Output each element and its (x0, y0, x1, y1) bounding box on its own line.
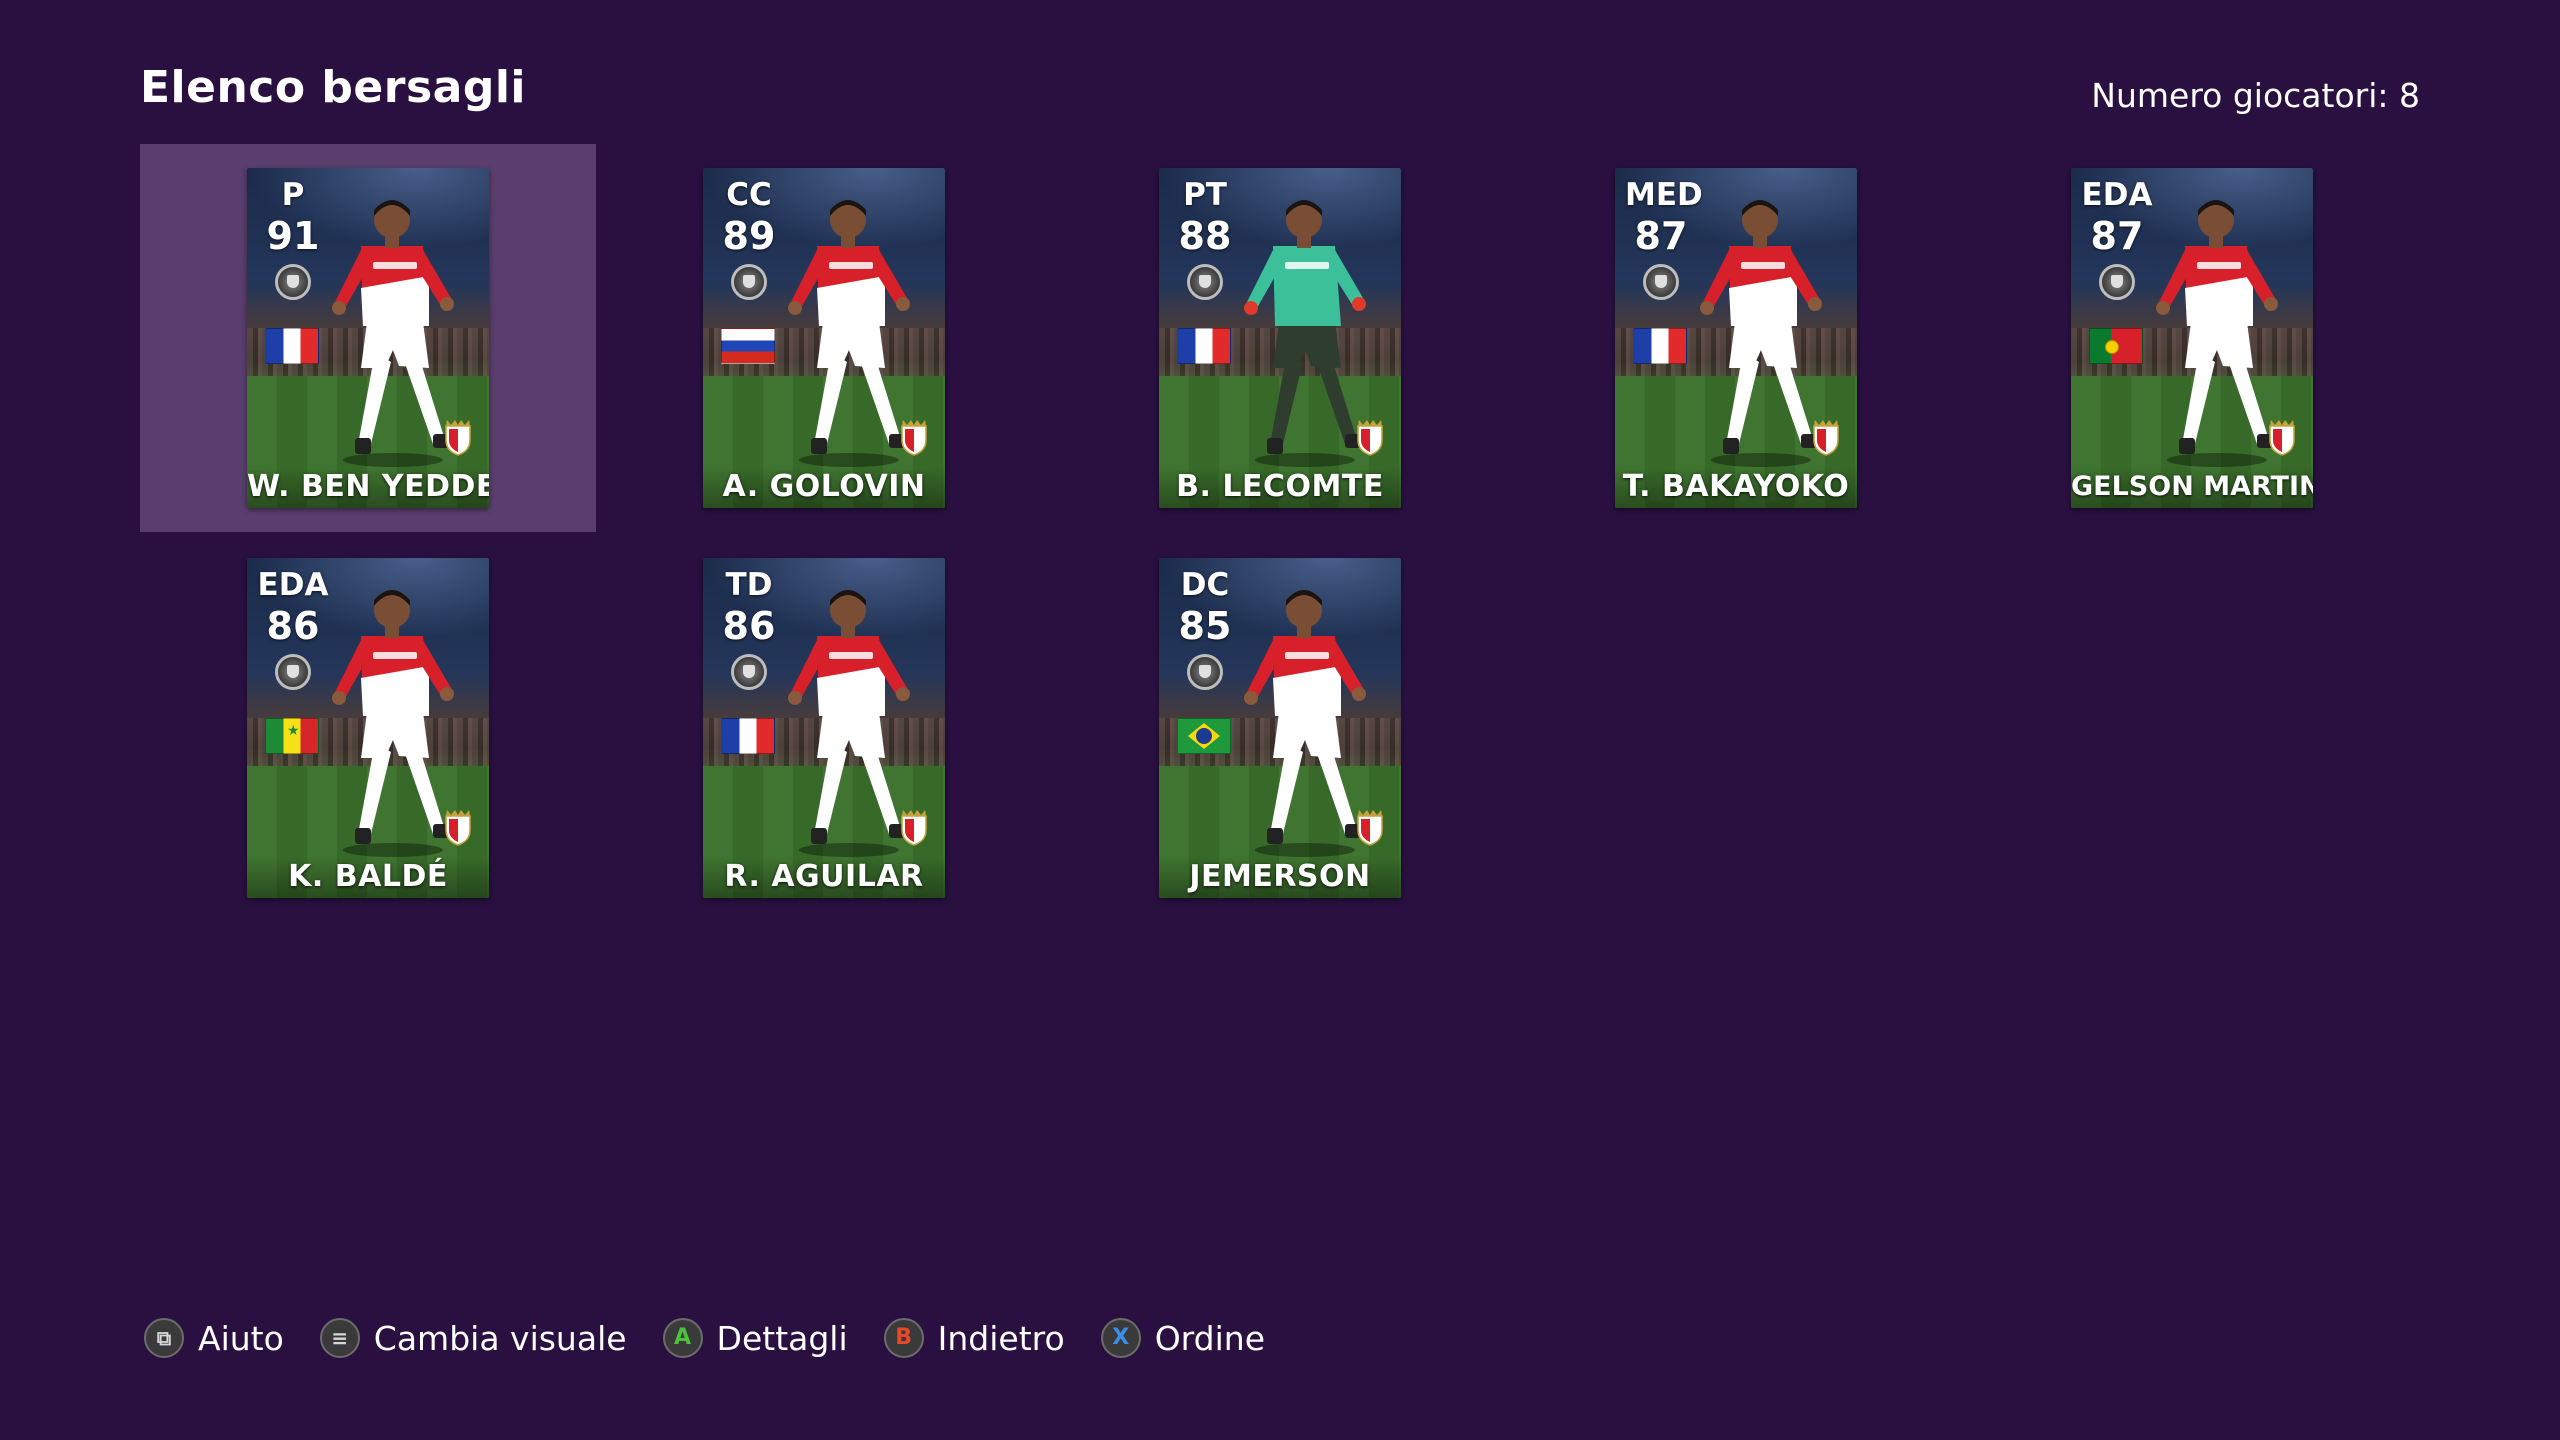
player-rating: 87 (1634, 214, 1688, 258)
player-name: B. LECOMTE (1159, 466, 1401, 508)
player-card[interactable]: PT 88 B. LECOMTE (1159, 168, 1401, 508)
target-list-screen: Elenco bersagli Numero giocatori: 8 P 91… (0, 0, 2560, 1440)
player-name: A. GOLOVIN (703, 466, 945, 508)
details-label: Dettagli (716, 1318, 848, 1358)
player-card-slot[interactable]: EDA 87 GELSON MARTINS (1964, 144, 2420, 532)
player-grid: P 91 W. BEN YEDDER CC 89 A. GOLOVIN (140, 144, 2420, 944)
player-name: GELSON MARTINS (2071, 466, 2313, 508)
player-name: W. BEN YEDDER (247, 466, 489, 508)
player-rating: 91 (266, 214, 320, 258)
change-view-label: Cambia visuale (373, 1318, 627, 1358)
player-card[interactable]: EDA 86 K. BALDÉ (247, 558, 489, 898)
club-crest-icon (1357, 420, 1383, 456)
player-card-slot[interactable]: EDA 86 K. BALDÉ (140, 534, 596, 922)
player-position: EDA (2081, 177, 2153, 213)
player-position: CC (726, 177, 772, 213)
player-rating: 85 (1178, 604, 1232, 648)
player-rating: 87 (2090, 214, 2144, 258)
nationality-flag-icon (265, 718, 319, 754)
player-rating: 86 (722, 604, 776, 648)
player-rating: 88 (1178, 214, 1232, 258)
page-title: Elenco bersagli (140, 62, 527, 113)
player-position: MED (1625, 177, 1703, 213)
sort-hint[interactable]: X Ordine (1100, 1318, 1265, 1358)
player-position: EDA (257, 567, 329, 603)
club-crest-icon (901, 810, 927, 846)
nationality-flag-icon (721, 328, 775, 364)
change-view-hint[interactable]: ≡ Cambia visuale (319, 1318, 627, 1358)
player-card-slot[interactable]: P 91 W. BEN YEDDER (140, 144, 596, 532)
player-name: K. BALDÉ (247, 856, 489, 898)
club-crest-icon (1813, 420, 1839, 456)
player-position: DC (1180, 567, 1230, 603)
player-card-slot[interactable]: TD 86 R. AGUILAR (596, 534, 1052, 922)
back-hint[interactable]: B Indietro (883, 1318, 1065, 1358)
card-type-badge-icon (1187, 264, 1223, 300)
player-card[interactable]: MED 87 T. BAKAYOKO (1615, 168, 1857, 508)
player-count: Numero giocatori: 8 (2091, 76, 2420, 115)
player-card-slot[interactable]: MED 87 T. BAKAYOKO (1508, 144, 1964, 532)
player-card-slot[interactable]: CC 89 A. GOLOVIN (596, 144, 1052, 532)
player-position: PT (1183, 177, 1227, 213)
card-type-badge-icon (731, 264, 767, 300)
player-position: TD (725, 567, 773, 603)
player-card[interactable]: P 91 W. BEN YEDDER (247, 168, 489, 508)
card-type-badge-icon (1187, 654, 1223, 690)
details-hint[interactable]: A Dettagli (662, 1318, 848, 1358)
sort-label: Ordine (1154, 1318, 1265, 1358)
card-type-badge-icon (1643, 264, 1679, 300)
b-button-icon: B (883, 1318, 924, 1358)
player-card[interactable]: DC 85 JEMERSON (1159, 558, 1401, 898)
menu-button-icon: ≡ (319, 1318, 360, 1358)
nationality-flag-icon (265, 328, 319, 364)
help-hint[interactable]: ⧉ Aiuto (144, 1318, 284, 1358)
x-button-icon: X (1100, 1318, 1141, 1358)
card-type-badge-icon (2099, 264, 2135, 300)
player-name: T. BAKAYOKO (1615, 466, 1857, 508)
button-hints-bar: ⧉ Aiuto ≡ Cambia visuale A Dettagli B In… (144, 1318, 1277, 1358)
player-name: JEMERSON (1159, 856, 1401, 898)
club-crest-icon (1357, 810, 1383, 846)
card-type-badge-icon (275, 264, 311, 300)
nationality-flag-icon (721, 718, 775, 754)
card-type-badge-icon (275, 654, 311, 690)
back-label: Indietro (937, 1318, 1065, 1358)
help-label: Aiuto (198, 1318, 284, 1358)
player-card-slot[interactable]: PT 88 B. LECOMTE (1052, 144, 1508, 532)
club-crest-icon (445, 420, 471, 456)
nationality-flag-icon (1177, 718, 1231, 754)
club-crest-icon (901, 420, 927, 456)
club-crest-icon (445, 810, 471, 846)
player-name: R. AGUILAR (703, 856, 945, 898)
player-card-slot[interactable]: DC 85 JEMERSON (1052, 534, 1508, 922)
club-crest-icon (2269, 420, 2295, 456)
card-type-badge-icon (731, 654, 767, 690)
nationality-flag-icon (1177, 328, 1231, 364)
player-rating: 86 (266, 604, 320, 648)
nationality-flag-icon (2089, 328, 2143, 364)
player-card[interactable]: EDA 87 GELSON MARTINS (2071, 168, 2313, 508)
player-rating: 89 (722, 214, 776, 258)
a-button-icon: A (662, 1318, 703, 1358)
player-position: P (281, 177, 305, 213)
view-button-icon: ⧉ (144, 1318, 184, 1358)
player-card[interactable]: CC 89 A. GOLOVIN (703, 168, 945, 508)
nationality-flag-icon (1633, 328, 1687, 364)
player-card[interactable]: TD 86 R. AGUILAR (703, 558, 945, 898)
